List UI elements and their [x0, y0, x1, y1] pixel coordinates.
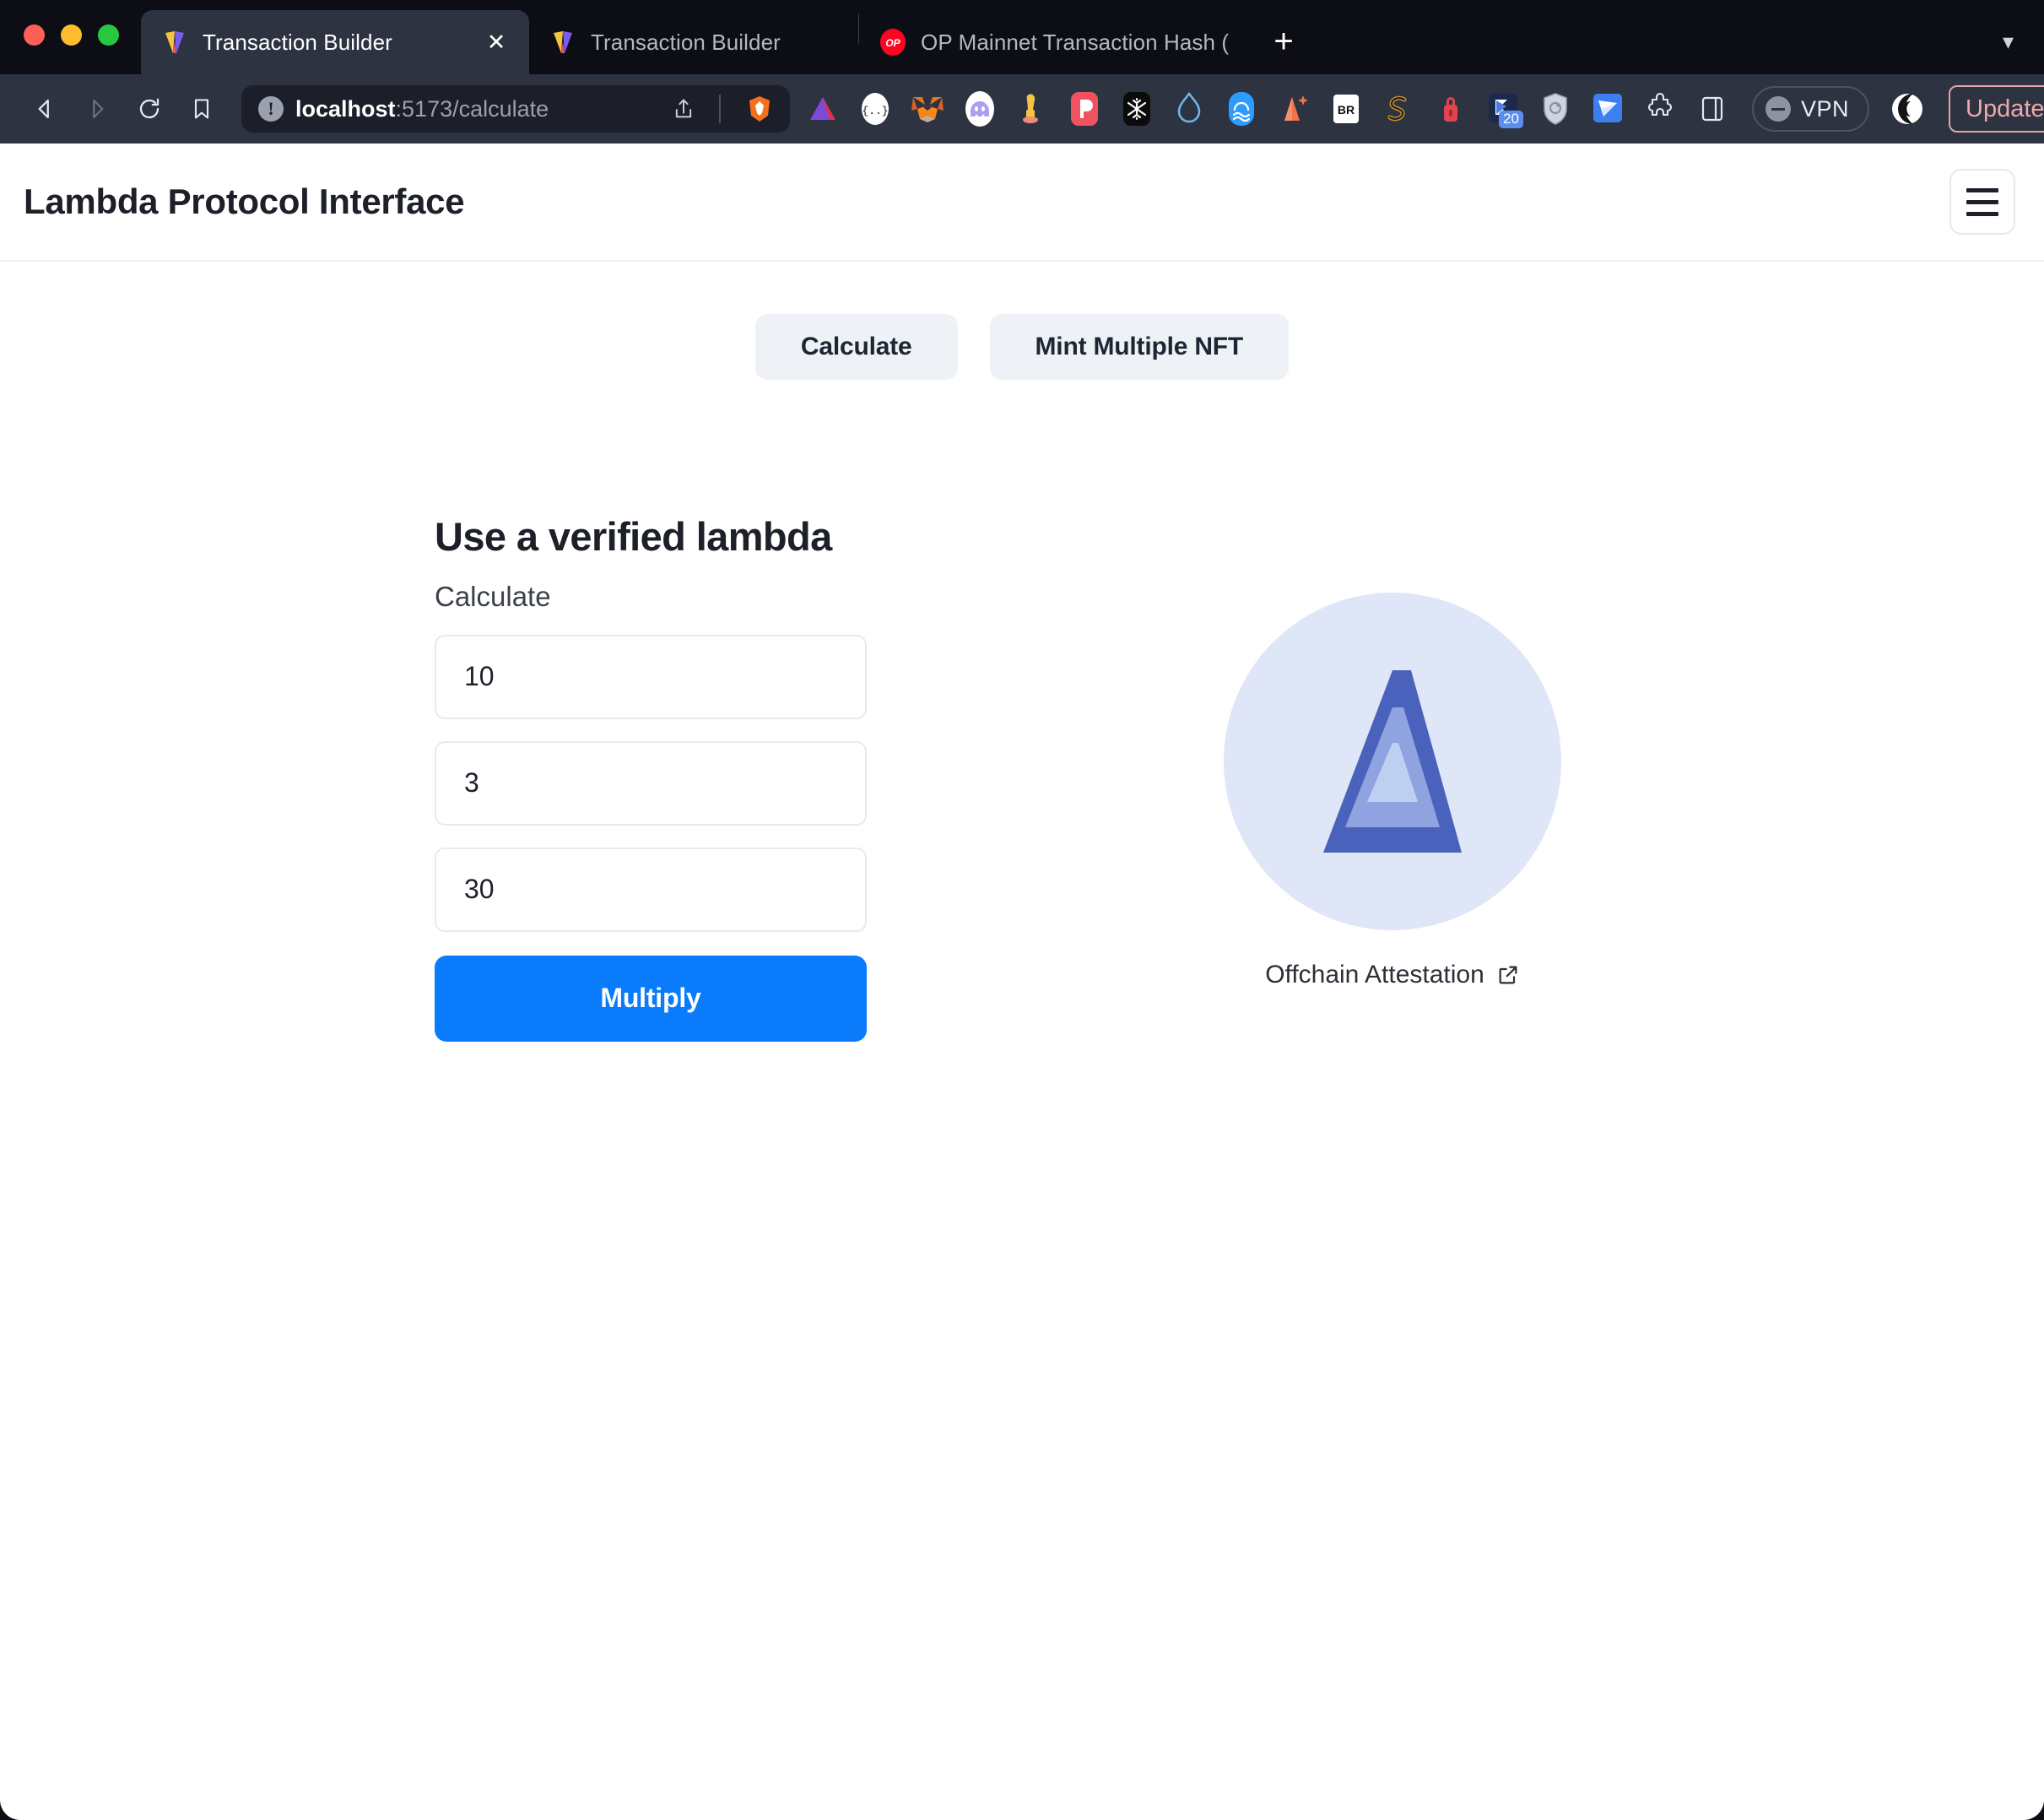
dark-mode-icon[interactable] [1881, 83, 1933, 135]
extension-badge-count: 20 [1499, 111, 1523, 128]
vpn-off-icon [1766, 96, 1791, 122]
forward-arrow-icon[interactable] [71, 83, 123, 135]
vpn-label: VPN [1801, 95, 1850, 122]
reload-icon[interactable] [123, 83, 176, 135]
shield-privacy-icon[interactable] [1529, 83, 1582, 135]
tab-strip: Transaction Builder ✕ Transaction Builde… [0, 0, 2044, 74]
tab-mint-multiple-nft[interactable]: Mint Multiple NFT [989, 314, 1290, 380]
multiply-button[interactable]: Multiply [435, 955, 867, 1042]
operand-one-input[interactable]: 10 [435, 634, 867, 719]
browser-tab-3[interactable]: OP OP Mainnet Transaction Hash (Txha [859, 10, 1247, 74]
browser-tab-1[interactable]: Transaction Builder ✕ [141, 10, 529, 74]
address-bar[interactable]: ! localhost:5173/calculate [241, 85, 790, 133]
attestation-label: Offchain Attestation [1265, 961, 1484, 989]
not-secure-info-icon[interactable]: ! [258, 96, 284, 122]
rabby-icon[interactable] [1006, 83, 1058, 135]
optimism-icon: OP [879, 29, 906, 56]
water-drop-icon[interactable] [1163, 83, 1215, 135]
url-path: :5173/calculate [395, 95, 549, 122]
snowflake-icon[interactable] [1111, 83, 1163, 135]
lambda-nested-triangle-logo [1224, 593, 1561, 930]
ledger-20-icon[interactable]: 20 [1477, 83, 1529, 135]
red-lock-icon[interactable] [1425, 83, 1477, 135]
blue-paper-plane-icon[interactable] [1582, 83, 1634, 135]
tab-title: Transaction Builder [591, 29, 781, 55]
form-heading: Use a verified lambda [435, 514, 832, 559]
close-icon[interactable]: ✕ [482, 28, 511, 57]
chevron-down-icon[interactable]: ▾ [2003, 30, 2014, 52]
puzzle-extensions-icon[interactable] [1634, 83, 1686, 135]
page-viewport: Lambda Protocol Interface Calculate Mint… [0, 144, 2044, 1820]
browser-window: Transaction Builder ✕ Transaction Builde… [0, 0, 2044, 1820]
brand-panel: Offchain Attestation [1224, 515, 1561, 989]
tab-title: OP Mainnet Transaction Hash (Txha [921, 29, 1229, 55]
new-tab-button[interactable]: + [1259, 17, 1308, 66]
extension-icons: {..} BR 20 [797, 83, 1738, 135]
brave-shield-icon[interactable] [743, 92, 776, 126]
back-arrow-icon[interactable] [19, 83, 71, 135]
form-subheading: Calculate [435, 580, 551, 612]
tab-strip-actions: ▾ [2003, 30, 2044, 74]
svg-text:{..}: {..} [862, 105, 888, 117]
app-header: Lambda Protocol Interface [0, 144, 2044, 262]
nav-tab-group: Calculate Mint Multiple NFT [0, 262, 2044, 380]
external-link-icon [1496, 963, 1520, 987]
snake-s-icon[interactable] [1372, 83, 1425, 135]
update-label: Update [1966, 95, 2044, 122]
page-title: Lambda Protocol Interface [24, 181, 465, 221]
lambda-form: Use a verified lambda Calculate 10 3 30 … [435, 515, 869, 1042]
tab-list: Transaction Builder ✕ Transaction Builde… [141, 0, 1308, 74]
window-traffic-lights [24, 24, 141, 74]
url-text: localhost:5173/calculate [295, 96, 657, 122]
phantom-ghost-icon[interactable] [954, 83, 1006, 135]
br-icon[interactable]: BR [1320, 83, 1372, 135]
close-window-button[interactable] [24, 24, 45, 46]
pocket-universe-icon[interactable] [1058, 83, 1111, 135]
metamask-fox-icon[interactable] [901, 83, 954, 135]
update-button[interactable]: Update [1949, 85, 2044, 133]
svg-text:BR: BR [1338, 103, 1355, 116]
url-host: localhost [295, 95, 396, 122]
sidebar-panel-icon[interactable] [1686, 83, 1738, 135]
bookmark-icon[interactable] [176, 83, 228, 135]
offchain-attestation-link[interactable]: Offchain Attestation [1265, 961, 1520, 989]
browser-toolbar: ! localhost:5173/calculate {..} BR 20 VP… [0, 74, 2044, 144]
vpn-button[interactable]: VPN [1752, 86, 1870, 132]
triangle-red-icon[interactable] [797, 83, 849, 135]
minimize-window-button[interactable] [61, 24, 82, 46]
ocean-icon[interactable] [1215, 83, 1268, 135]
operand-three-input[interactable]: 30 [435, 847, 867, 932]
svg-text:OP: OP [885, 37, 900, 49]
main-content: Use a verified lambda Calculate 10 3 30 … [0, 380, 2044, 1042]
operand-two-input[interactable]: 3 [435, 740, 867, 826]
lambda-prism-icon [549, 29, 576, 56]
hamburger-menu-icon[interactable] [1949, 169, 2015, 235]
maximize-window-button[interactable] [98, 24, 119, 46]
toolbar-divider [719, 95, 721, 123]
tab-title: Transaction Builder [203, 29, 392, 55]
ava-star-icon[interactable] [1268, 83, 1320, 135]
tab-calculate[interactable]: Calculate [754, 314, 958, 380]
browser-tab-2[interactable]: Transaction Builder [529, 10, 858, 74]
json-viewer-icon[interactable]: {..} [849, 83, 901, 135]
lambda-prism-icon [161, 29, 188, 56]
share-icon[interactable] [668, 94, 699, 124]
